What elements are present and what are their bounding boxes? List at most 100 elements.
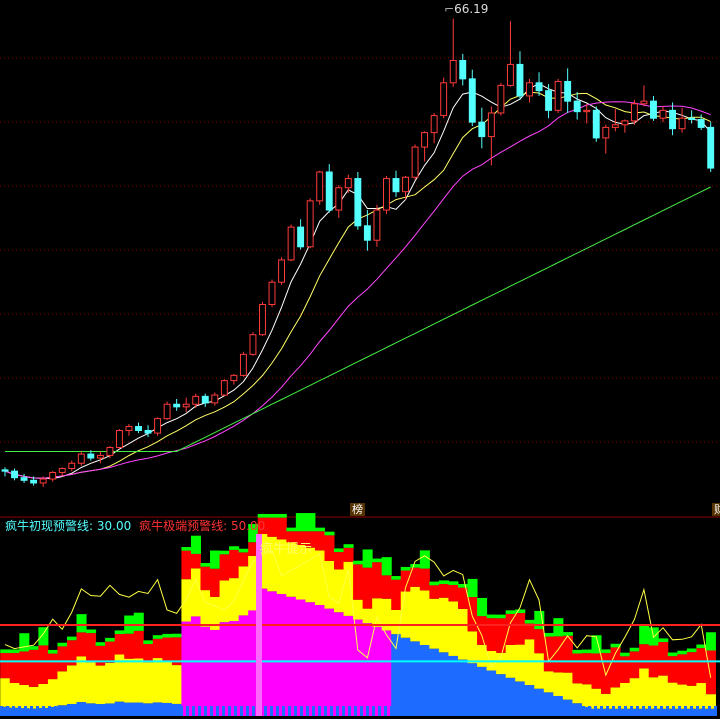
legend-1-value: 30.00 — [96, 519, 132, 533]
blue-stripe — [114, 706, 117, 716]
candle-60 — [573, 91, 581, 120]
red-band-51 — [486, 618, 497, 651]
candle-69 — [659, 106, 667, 123]
price-grid — [0, 57, 720, 443]
candle-body-down — [573, 100, 581, 113]
blue-stripe — [708, 706, 711, 716]
candle-21 — [201, 393, 209, 407]
yellow-band-48 — [457, 608, 469, 660]
blue-stripe — [126, 706, 129, 716]
yellow-band-64 — [610, 687, 621, 709]
red-band-20 — [190, 553, 201, 569]
high-price-label: ⌐66.19 — [444, 2, 488, 16]
green-band-8 — [76, 614, 87, 633]
red-band-35 — [334, 552, 345, 570]
base-band-39 — [372, 626, 383, 716]
candle-7 — [68, 460, 76, 472]
blue-stripe — [228, 706, 231, 716]
red-band-1 — [9, 653, 20, 683]
red-band-12 — [114, 634, 125, 655]
blue-stripe — [222, 706, 225, 716]
candle-50 — [478, 107, 486, 149]
candle-5 — [49, 471, 57, 482]
green-band-10 — [95, 642, 106, 646]
green-band-34 — [324, 531, 335, 536]
red-band-25 — [238, 552, 249, 567]
blue-stripe — [318, 706, 321, 716]
candle-body-up — [211, 394, 219, 404]
yellow-band-62 — [591, 688, 602, 709]
base-band-19 — [181, 621, 192, 716]
base-band-31 — [295, 599, 306, 716]
candle-body-down — [545, 90, 553, 111]
signal-label: 疯牛提示 — [260, 542, 313, 557]
red-band-33 — [314, 531, 325, 551]
green-band-67 — [639, 626, 650, 645]
green-band-74 — [705, 632, 716, 651]
blue-stripe — [192, 706, 195, 716]
candle-71 — [678, 107, 686, 133]
blue-stripe — [648, 706, 651, 716]
green-band-53 — [505, 610, 516, 614]
blue-stripe — [264, 706, 267, 716]
blue-stripe — [654, 706, 657, 716]
blue-stripe — [528, 706, 531, 716]
marker-left[interactable]: 榜 — [350, 503, 365, 516]
candle-body-down — [30, 479, 38, 484]
blue-stripe — [246, 706, 249, 716]
yellow-band-23 — [219, 580, 230, 623]
signal-bar — [256, 534, 262, 716]
candle-6 — [58, 467, 66, 477]
base-band-28 — [267, 591, 278, 716]
blue-stripe — [474, 706, 477, 716]
candle-61 — [583, 103, 591, 124]
candle-32 — [306, 198, 314, 249]
green-band-66 — [629, 647, 640, 652]
yellow-band-13 — [124, 658, 135, 703]
green-band-1 — [9, 649, 20, 654]
candle-54 — [516, 51, 524, 100]
yellow-band-54 — [515, 644, 526, 682]
blue-stripe — [570, 706, 573, 716]
red-band-37 — [353, 564, 364, 600]
candle-body-down — [135, 426, 142, 431]
blue-stripe — [360, 706, 363, 716]
candle-body-up — [58, 468, 66, 473]
blue-stripe — [402, 706, 405, 716]
candle-55 — [526, 78, 533, 103]
base-band-38 — [362, 623, 373, 716]
red-band-69 — [658, 642, 669, 676]
candle-73 — [697, 114, 705, 131]
candle-body-up — [49, 471, 57, 480]
blue-stripe — [636, 706, 639, 716]
candle-64 — [611, 109, 619, 132]
green-band-0 — [0, 649, 11, 654]
marker-right[interactable]: 财 — [712, 503, 720, 516]
candle-26 — [249, 332, 257, 356]
green-band-7 — [66, 636, 78, 641]
red-band-4 — [38, 645, 49, 684]
blue-stripe — [462, 706, 465, 716]
high-pointer-icon: ⌐ — [444, 2, 455, 16]
green-band-2 — [19, 633, 30, 652]
green-band-32 — [305, 513, 316, 532]
red-band-28 — [267, 517, 278, 537]
blue-stripe — [414, 706, 417, 716]
candle-body-up — [640, 100, 648, 105]
chart-canvas[interactable] — [0, 0, 720, 719]
green-band-47 — [448, 581, 459, 585]
blue-stripe — [234, 706, 237, 716]
yellow-band-69 — [658, 675, 669, 709]
red-band-47 — [448, 584, 459, 602]
green-band-58 — [553, 618, 564, 637]
candle-body-down — [669, 109, 677, 130]
blue-stripe — [564, 706, 567, 716]
candle-body-up — [335, 187, 343, 211]
blue-stripe — [702, 706, 705, 716]
blue-stripe — [288, 706, 291, 716]
high-price-value: 66.19 — [454, 2, 489, 16]
candle-43 — [411, 144, 419, 180]
yellow-band-4 — [38, 683, 49, 708]
blue-stripe — [138, 706, 141, 716]
candle-body-down — [173, 403, 181, 408]
